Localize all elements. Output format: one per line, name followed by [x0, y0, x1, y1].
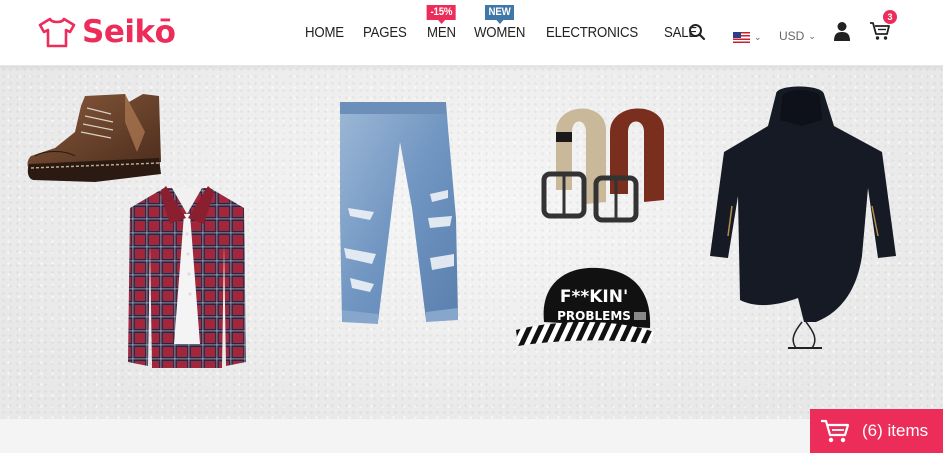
chevron-down-icon: ⌄ [754, 31, 762, 42]
nav-electronics-label: ELECTRONICS [545, 23, 638, 41]
snapback-cap-image[interactable]: F**KIN' PROBLEMS [514, 260, 660, 350]
cap-text-line2: PROBLEMS [557, 309, 631, 323]
currency-label: USD [779, 29, 805, 43]
tshirt-logo-icon [38, 17, 76, 48]
search-icon[interactable] [688, 23, 706, 41]
nav-women[interactable]: NEW WOMEN [473, 4, 525, 41]
cart-count-badge: 3 [883, 10, 897, 24]
currency-selector[interactable]: USD ⌄ [779, 24, 816, 48]
hero-banner: F**KIN' PROBLEMS [0, 66, 943, 419]
content-start-band [0, 419, 943, 453]
us-flag-icon [733, 31, 750, 43]
nav-home[interactable]: HOME [305, 24, 344, 41]
brand-logo[interactable]: Seikō [38, 12, 176, 52]
nav-pages[interactable]: PAGES [363, 24, 407, 41]
site-header: Seikō HOME PAGES -15% MEN NEW WOMEN ELEC… [0, 0, 943, 66]
discount-badge: -15% [426, 4, 456, 24]
brand-name: Seikō [82, 14, 176, 50]
boot-image[interactable] [25, 92, 165, 192]
nav-electronics[interactable]: ELECTRONICS [546, 24, 638, 41]
language-selector[interactable]: ⌄ [733, 25, 762, 49]
nav-men-label: MEN [426, 23, 456, 41]
cart-icon[interactable] [869, 21, 891, 41]
cart-icon [821, 419, 850, 443]
floating-cart-label: (6) items [862, 421, 929, 440]
new-badge: NEW [484, 4, 514, 24]
black-parka-image[interactable] [706, 86, 902, 356]
plaid-shirt-image[interactable] [126, 184, 248, 374]
belts-image[interactable] [536, 102, 676, 224]
cap-text-line1: F**KIN' [560, 287, 628, 307]
user-icon[interactable] [833, 21, 851, 42]
nav-home-label: HOME [305, 23, 344, 41]
floating-cart-button[interactable]: (6) items [810, 409, 943, 453]
nav-men[interactable]: -15% MEN [426, 4, 456, 41]
main-nav: HOME PAGES -15% MEN NEW WOMEN ELECTRONIC… [305, 4, 716, 42]
chevron-down-icon: ⌄ [808, 30, 816, 41]
nav-pages-label: PAGES [363, 23, 407, 41]
nav-women-label: WOMEN [473, 23, 525, 41]
ripped-jeans-image[interactable] [334, 98, 464, 324]
